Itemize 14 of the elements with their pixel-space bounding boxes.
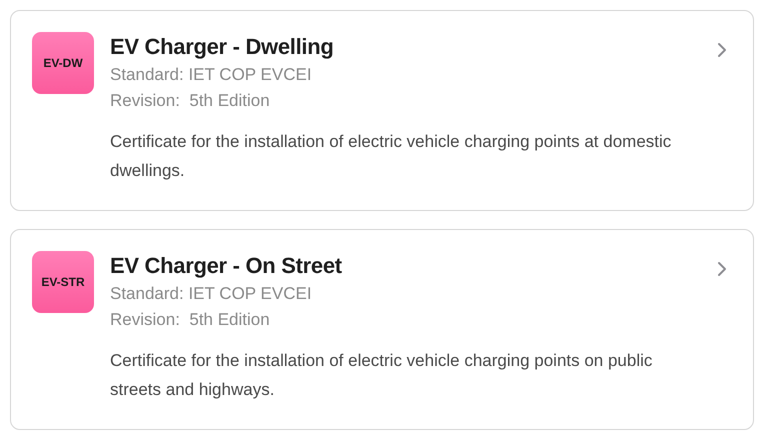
chevron-right-icon[interactable] [717,261,727,277]
chevron-right-icon[interactable] [717,42,727,58]
certificate-title: EV Charger - On Street [110,252,343,280]
certificate-description: Certificate for the installation of electric vehicle charging points at domestic dwellings. [110,131,672,182]
revision-text: Revision: 5th Edition [110,309,271,331]
certificate-title: EV Charger - Dwelling [110,33,335,61]
certificate-badge: EV-STR [32,251,94,313]
standard-text: Standard: IET COP EVCEI [110,64,313,86]
standard-text: Standard: IET COP EVCEI [110,283,313,305]
certificate-description: Certificate for the installation of electric vehicle charging points on public streets and highways. [110,350,654,401]
revision-text: Revision: 5th Edition [110,90,271,112]
certificate-badge: EV-DW [32,32,94,94]
certificate-card[interactable]: EV-DW EV Charger - Dwelling Standard: IET COP EVCEI Revision: 5th Edition Certificate for the installation of electric vehicle charging points at domestic dwellings. [10,10,754,211]
certificate-card[interactable]: EV-STR EV Charger - On Street Standard: IET COP EVCEI Revision: 5th Edition Certificate for the installation of electric vehicle charging points on public streets and highways. [10,229,754,430]
